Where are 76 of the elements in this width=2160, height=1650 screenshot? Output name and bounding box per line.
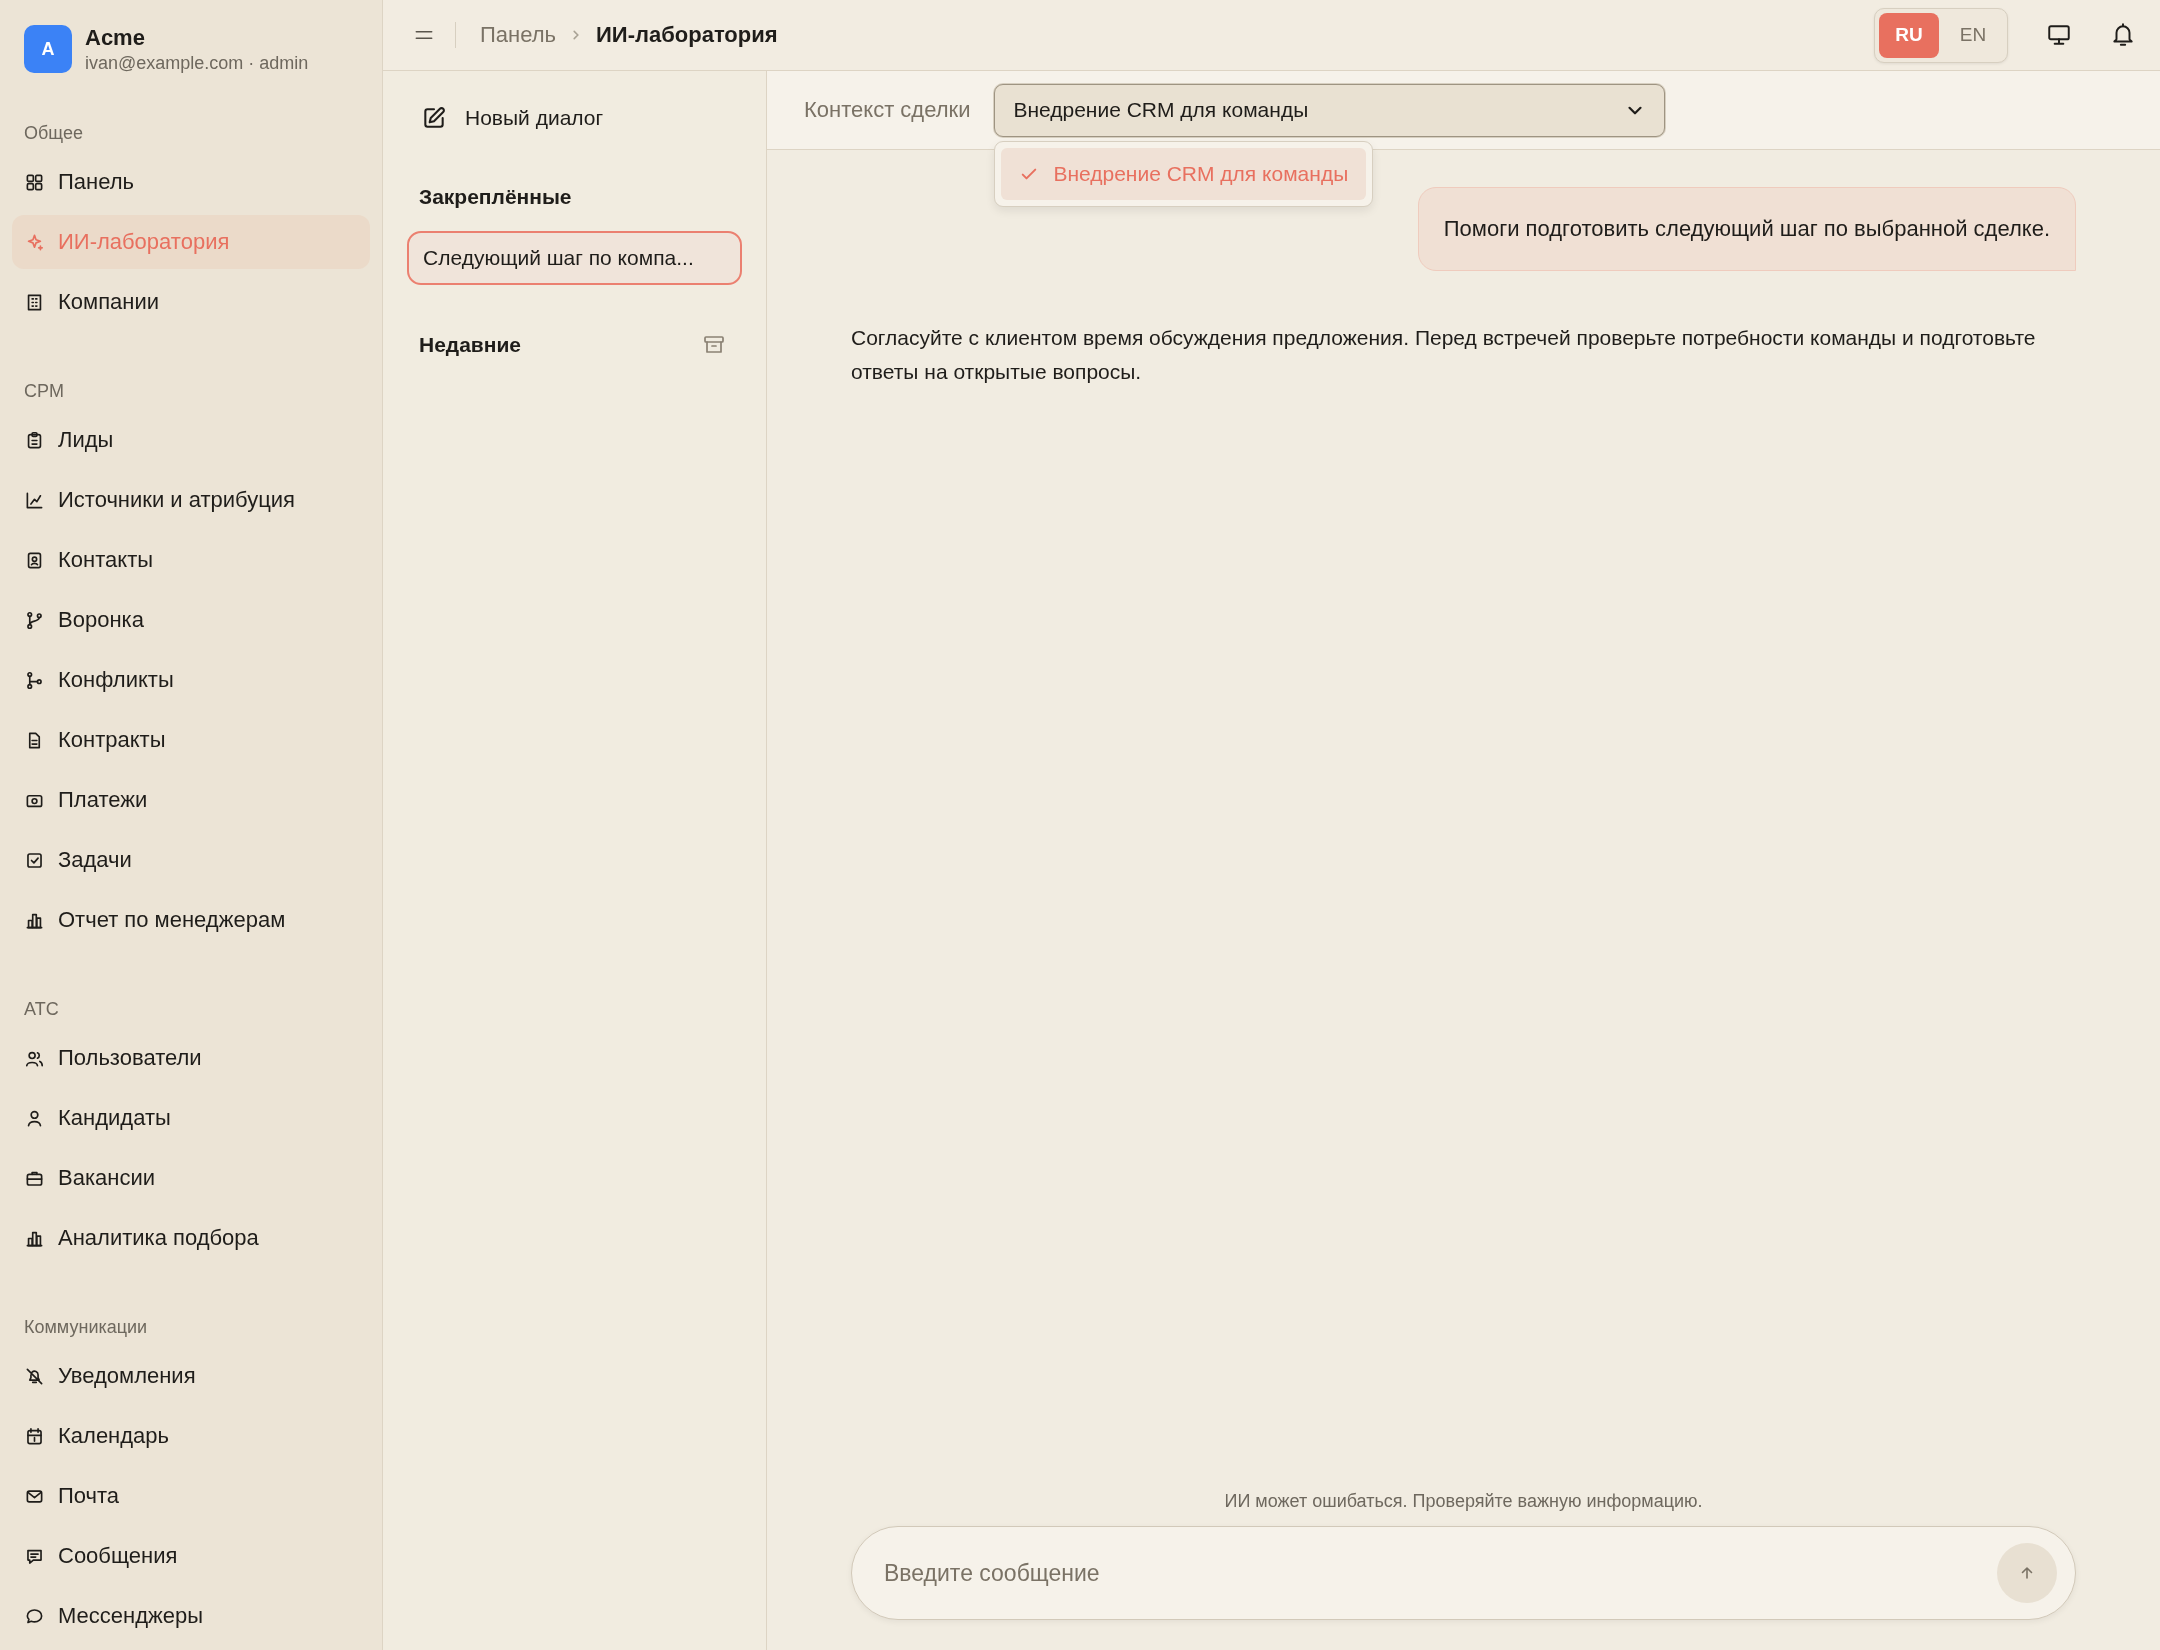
disclaimer-text: ИИ может ошибаться. Проверяйте важную информацию. (1224, 1491, 1703, 1512)
sidebar-item-label: Задачи (58, 847, 132, 873)
sidebar-item-label: Компании (58, 289, 160, 315)
sidebar-item-label: Уведомления (58, 1363, 196, 1389)
section-title: Коммуникации (23, 1316, 149, 1339)
sidebar-item-label: Вакансии (58, 1165, 155, 1191)
user-icon (25, 1108, 44, 1128)
sidebar-item-label: Аналитика подбора (58, 1225, 259, 1251)
notifications-icon[interactable] (2110, 22, 2136, 48)
chart-icon (25, 490, 44, 510)
page-title: ИИ-лаборатория (596, 22, 778, 48)
user-message: Помоги подготовить следующий шаг по выбранной сделке. (1417, 187, 2076, 271)
sidebar-item-label: Пользователи (58, 1045, 202, 1071)
sidebar-item[interactable]: Панель (12, 155, 370, 209)
sidebar-item-label: ИИ-лаборатория (58, 229, 230, 255)
language-button[interactable]: EN (1943, 12, 2003, 58)
sidebar-item-label: Панель (58, 169, 134, 195)
sidebar-item[interactable]: Кандидаты (12, 1091, 370, 1145)
building-icon (25, 292, 44, 312)
sidebar-item[interactable]: Вакансии (12, 1151, 370, 1205)
sparkle-icon (25, 232, 44, 252)
sidebar-item[interactable]: Сообщения (12, 1529, 370, 1583)
branch-icon (25, 670, 44, 690)
breadcrumb-link[interactable]: Панель (480, 22, 556, 48)
calendar-icon (25, 1426, 44, 1446)
sidebar-item-label: Мессенджеры (58, 1603, 204, 1629)
sidebar-item-label: Конфликты (58, 667, 174, 693)
workspace-avatar[interactable]: A (24, 25, 72, 73)
contact-card-icon (25, 550, 44, 570)
assistant-message: Согласуйте с клиентом время обсуждения предложения. Перед встречей проверьте потребности команды и подготовьте ответы на открытые вопросы. (851, 325, 2037, 385)
sidebar-item[interactable]: Платежи (12, 773, 370, 827)
bell-off-icon (25, 1366, 44, 1386)
sidebar-item-label: Кандидаты (58, 1105, 171, 1131)
sidebar-item[interactable]: Компании (12, 275, 370, 329)
sidebar-item[interactable]: Лиды (12, 413, 370, 467)
sidebar-item[interactable]: Календарь (12, 1409, 370, 1463)
deal-select[interactable]: Внедрение CRM для команды (994, 83, 1666, 137)
sidebar-item[interactable]: Источники и атрибуция (12, 473, 370, 527)
sidebar-item[interactable]: Задачи (12, 833, 370, 887)
section-title: Общее (23, 122, 84, 145)
sidebar-item[interactable]: Уведомления (12, 1349, 370, 1403)
sidebar-item-label: Источники и атрибуция (58, 487, 295, 513)
sidebar-item-label: Контакты (58, 547, 154, 573)
sidebar-item[interactable]: Конфликты (12, 653, 370, 707)
sidebar-item[interactable]: Воронка (12, 593, 370, 647)
section-title: CPM (23, 380, 65, 403)
deal-context-label: Контекст сделки (804, 97, 971, 123)
sidebar-item-label: Платежи (58, 787, 148, 813)
grid-icon (25, 172, 44, 192)
sidebar-item-label: Отчет по менеджерам (58, 907, 286, 933)
checkbox-icon (25, 850, 44, 870)
pinned-title: Закреплённые (419, 185, 573, 209)
sidebar-item-label: Почта (58, 1483, 120, 1509)
recent-title: Недавние (419, 333, 522, 357)
sidebar-item[interactable]: Отчет по менеджерам (12, 893, 370, 947)
workspace-name: Acme (85, 24, 146, 51)
branch-icon (25, 610, 44, 630)
sidebar-item-label: Воронка (58, 607, 144, 633)
edit-icon (421, 105, 447, 131)
clipboard-icon (25, 430, 44, 450)
workspace-subtitle: ivan@example.com · admin (85, 52, 309, 74)
sidebar-item[interactable]: Контракты (12, 713, 370, 767)
chat-icon (25, 1606, 44, 1626)
sidebar-item-label: Сообщения (58, 1543, 178, 1569)
section-title: ATC (23, 998, 60, 1021)
sidebar-item[interactable]: Контакты (12, 533, 370, 587)
sidebar-item-label: Календарь (58, 1423, 170, 1449)
sidebar-item[interactable]: Мессенджеры (12, 1589, 370, 1643)
monitor-icon[interactable] (2046, 22, 2072, 48)
conversation-item[interactable]: Следующий шаг по компа... (407, 231, 742, 285)
sidebar-item[interactable]: Пользователи (12, 1031, 370, 1085)
sidebar-item-label: Лиды (58, 427, 114, 453)
sidebar-item[interactable]: Почта (12, 1469, 370, 1523)
sidebar-item[interactable]: Аналитика подбора (12, 1211, 370, 1265)
new-dialog-button[interactable]: Новый диалог (407, 97, 604, 139)
sidebar-item-label: Контракты (58, 727, 166, 753)
